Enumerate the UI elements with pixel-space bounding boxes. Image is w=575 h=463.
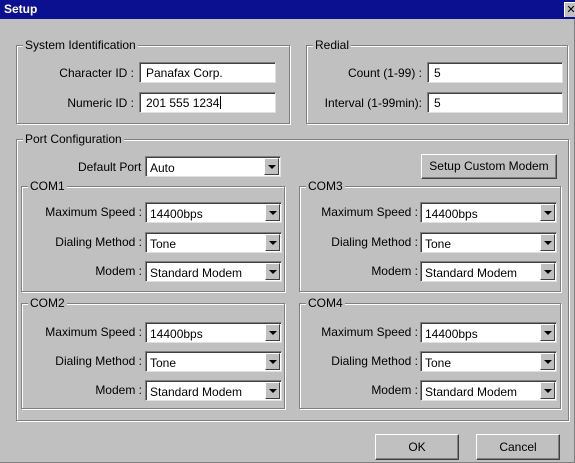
interval-label: Interval (1-99min): [324, 96, 422, 110]
ok-button[interactable]: OK [375, 434, 459, 460]
com2-group: COM2 Maximum Speed : 14400bps Dialing Me… [21, 296, 285, 409]
count-field[interactable]: 5 [427, 62, 563, 83]
com2-modem-label: Modem : [95, 383, 142, 397]
system-identification-group: System Identification Character ID : Pan… [16, 38, 290, 124]
close-icon[interactable]: ✕ [564, 2, 575, 17]
com3-dialing-method-select[interactable]: Tone [420, 232, 557, 253]
numeric-id-label: Numeric ID : [67, 96, 134, 110]
count-label: Count (1-99) : [347, 66, 422, 80]
character-id-label: Character ID : [59, 66, 134, 80]
com4-modem-value: Standard Modem [425, 385, 518, 399]
chevron-down-icon[interactable] [265, 263, 280, 280]
com3-modem-value: Standard Modem [425, 266, 518, 280]
numeric-id-value: 201 555 1234 [146, 96, 220, 110]
chevron-down-icon[interactable] [265, 204, 280, 221]
setup-dialog: Setup ✕ System Identification Character … [0, 0, 575, 463]
chevron-down-icon[interactable] [540, 234, 555, 251]
com3-dialing-method-value: Tone [425, 237, 452, 251]
com1-max-speed-value: 14400bps [150, 207, 203, 221]
com1-dialing-method-label: Dialing Method : [55, 235, 142, 249]
chevron-down-icon[interactable] [264, 158, 279, 175]
com4-max-speed-select[interactable]: 14400bps [420, 322, 557, 343]
com2-max-speed-label: Maximum Speed : [45, 325, 142, 339]
chevron-down-icon[interactable] [540, 353, 555, 370]
system-identification-legend: System Identification [23, 38, 138, 52]
com4-modem-label: Modem : [371, 383, 418, 397]
chevron-down-icon[interactable] [265, 382, 280, 399]
com3-group: COM3 Maximum Speed : 14400bps Dialing Me… [299, 179, 561, 292]
chevron-down-icon[interactable] [540, 204, 555, 221]
cancel-button[interactable]: Cancel [476, 434, 560, 460]
redial-legend: Redial [313, 38, 352, 52]
default-port-value: Auto [150, 161, 175, 175]
default-port-label: Default Port : [77, 160, 148, 174]
com1-modem-value: Standard Modem [150, 266, 243, 280]
interval-field[interactable]: 5 [427, 92, 563, 113]
setup-custom-modem-button[interactable]: Setup Custom Modem [421, 154, 557, 179]
com3-dialing-method-label: Dialing Method : [331, 235, 418, 249]
com4-dialing-method-value: Tone [425, 356, 452, 370]
port-configuration-legend: Port Configuration [23, 132, 124, 146]
com1-legend: COM1 [28, 179, 67, 193]
redial-group: Redial Count (1-99) : 5 Interval (1-99mi… [306, 38, 568, 124]
chevron-down-icon[interactable] [540, 263, 555, 280]
com1-modem-label: Modem : [95, 264, 142, 278]
com4-max-speed-value: 14400bps [425, 327, 478, 341]
port-configuration-group: Port Configuration Default Port : Auto S… [16, 132, 569, 421]
com4-legend: COM4 [306, 296, 345, 310]
com2-modem-value: Standard Modem [150, 385, 243, 399]
chevron-down-icon[interactable] [265, 353, 280, 370]
interval-value: 5 [434, 96, 441, 110]
com1-max-speed-select[interactable]: 14400bps [145, 202, 282, 223]
com2-max-speed-select[interactable]: 14400bps [145, 322, 282, 343]
com3-modem-label: Modem : [371, 264, 418, 278]
com1-dialing-method-select[interactable]: Tone [145, 232, 282, 253]
chevron-down-icon[interactable] [540, 382, 555, 399]
com4-dialing-method-label: Dialing Method : [331, 354, 418, 368]
com4-dialing-method-select[interactable]: Tone [420, 351, 557, 372]
com1-modem-select[interactable]: Standard Modem [145, 261, 282, 282]
count-value: 5 [434, 66, 441, 80]
com2-modem-select[interactable]: Standard Modem [145, 380, 282, 401]
com1-max-speed-label: Maximum Speed : [45, 205, 142, 219]
com2-dialing-method-label: Dialing Method : [55, 354, 142, 368]
chevron-down-icon[interactable] [265, 324, 280, 341]
com3-max-speed-label: Maximum Speed : [321, 205, 418, 219]
com3-modem-select[interactable]: Standard Modem [420, 261, 557, 282]
numeric-id-field[interactable]: 201 555 1234 [139, 92, 276, 113]
character-id-value: Panafax Corp. [146, 66, 223, 80]
text-cursor [220, 96, 222, 109]
com2-legend: COM2 [28, 296, 67, 310]
chevron-down-icon[interactable] [540, 324, 555, 341]
com2-dialing-method-value: Tone [150, 356, 177, 370]
com3-legend: COM3 [306, 179, 345, 193]
title-bar[interactable]: Setup ✕ [0, 0, 575, 19]
default-port-select[interactable]: Auto [145, 156, 281, 177]
com4-modem-select[interactable]: Standard Modem [420, 380, 557, 401]
com4-max-speed-label: Maximum Speed : [321, 325, 418, 339]
character-id-field[interactable]: Panafax Corp. [139, 62, 276, 83]
com3-max-speed-value: 14400bps [425, 207, 478, 221]
com3-max-speed-select[interactable]: 14400bps [420, 202, 557, 223]
com4-group: COM4 Maximum Speed : 14400bps Dialing Me… [299, 296, 561, 409]
com1-group: COM1 Maximum Speed : 14400bps Dialing Me… [21, 179, 285, 292]
chevron-down-icon[interactable] [265, 234, 280, 251]
com2-max-speed-value: 14400bps [150, 327, 203, 341]
window-title: Setup [4, 2, 38, 16]
com1-dialing-method-value: Tone [150, 237, 177, 251]
com2-dialing-method-select[interactable]: Tone [145, 351, 282, 372]
